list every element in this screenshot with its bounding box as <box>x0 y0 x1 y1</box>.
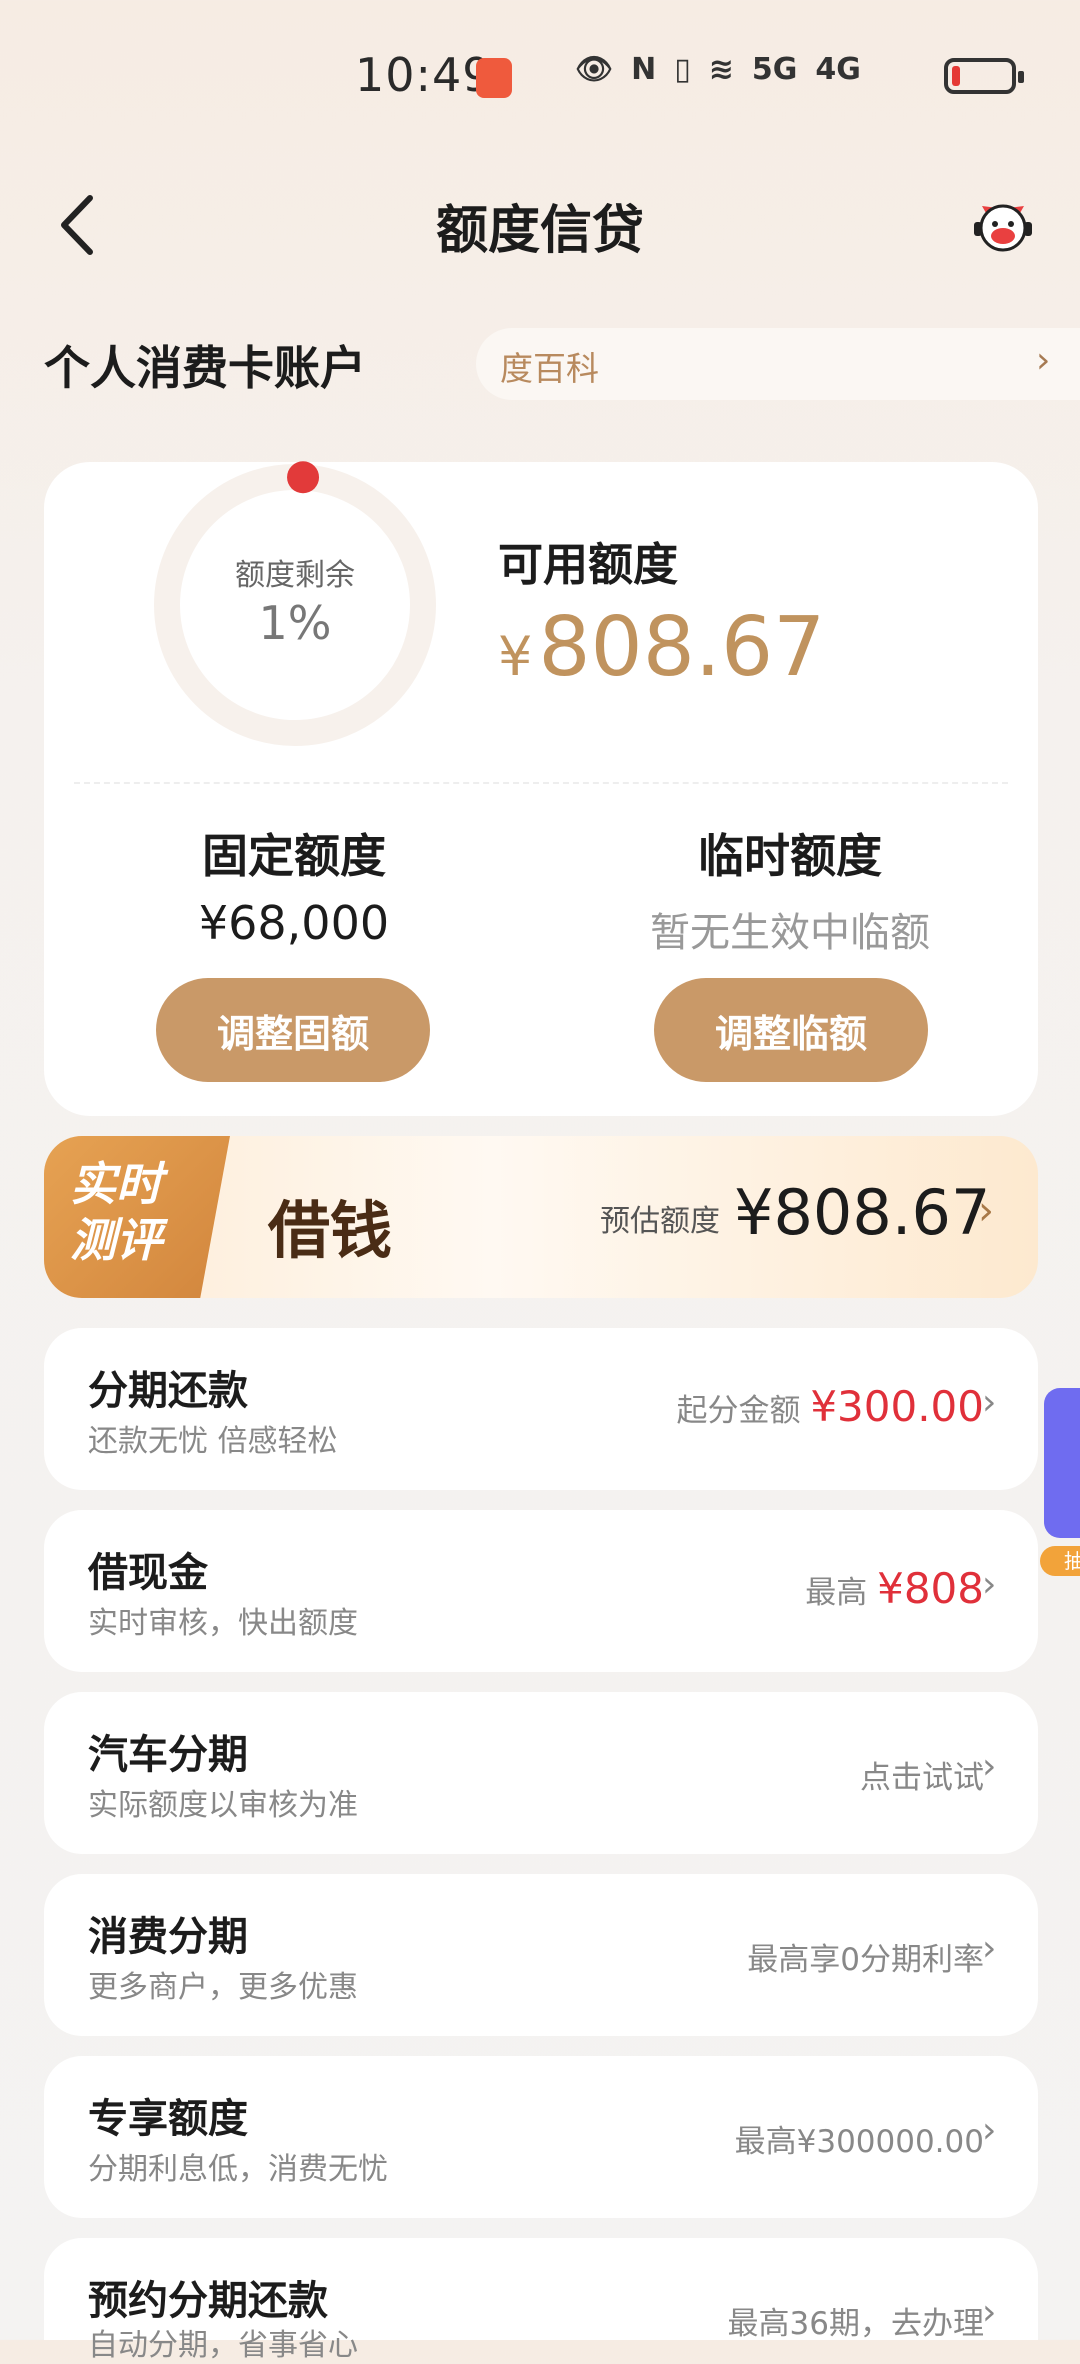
ribbon-line2: 测评 <box>70 1213 162 1267</box>
list-item-title: 消费分期 <box>88 1914 248 1960</box>
list-item-right: 点击试试 <box>860 1760 984 1796</box>
chevron-right-icon: › <box>1036 340 1051 381</box>
list-item-title: 汽车分期 <box>88 1732 248 1778</box>
right-value: ¥300.00 <box>810 1382 984 1431</box>
list-item-right: 最高 ¥808 <box>805 1564 984 1613</box>
chevron-right-icon: › <box>982 2110 997 2151</box>
available-label: 可用额度 <box>498 538 679 591</box>
baike-text: 度百科 <box>500 349 599 388</box>
estimate-label: 预估额度 <box>600 1204 720 1239</box>
list-item-title: 预约分期还款 <box>88 2278 328 2324</box>
chevron-right-icon: › <box>982 1928 997 1969</box>
list-item-subtitle: 更多商户，更多优惠 <box>88 1970 358 2005</box>
chevron-right-icon: › <box>982 1382 997 1423</box>
temp-credit-label: 临时额度 <box>698 829 882 883</box>
list-item-right: 最高¥300000.00 <box>734 2124 984 2160</box>
available-amount: ¥808.67 <box>498 600 825 695</box>
list-item-subtitle: 分期利息低，消费无忧 <box>88 2152 388 2187</box>
chevron-right-icon: › <box>978 1188 994 1234</box>
chevron-right-icon: › <box>982 2292 997 2333</box>
list-item-subtitle: 自动分期，省事省心 <box>88 2328 358 2363</box>
fixed-credit-label: 固定额度 <box>202 829 386 883</box>
list-item-title: 分期还款 <box>88 1368 248 1414</box>
floating-promo-widget[interactable] <box>1044 1388 1080 1538</box>
list-item-subtitle: 实时审核，快出额度 <box>88 1606 358 1641</box>
signal-5g-icon: 5G <box>751 52 798 87</box>
account-title: 个人消费卡账户 <box>44 341 366 395</box>
mascot-service-icon[interactable] <box>968 190 1038 260</box>
battery-saver-icon <box>476 58 512 98</box>
list-item-right: 最高36期，去办理 <box>727 2306 984 2342</box>
ribbon-line1: 实时 <box>70 1157 162 1211</box>
page-title: 额度信贷 <box>435 201 644 261</box>
nfc-icon: N <box>631 52 657 87</box>
vibrate-icon: ▯ <box>674 52 691 87</box>
divider <box>74 782 1008 784</box>
list-item-right: 最高享0分期利率 <box>747 1942 984 1978</box>
right-prefix: 最高 <box>805 1575 868 1611</box>
list-item-right: 起分金额 ¥300.00 <box>676 1382 984 1431</box>
borrow-title: 借钱 <box>268 1194 393 1267</box>
list-item-title: 借现金 <box>88 1550 208 1596</box>
status-icons: 👁 N ▯ ≋ 5G 4G <box>575 52 861 87</box>
fixed-credit-amount: ¥68,000 <box>198 896 390 950</box>
right-prefix: 起分金额 <box>676 1393 801 1429</box>
battery-icon <box>944 58 1024 94</box>
status-time: 10:49 <box>355 48 493 102</box>
adjust-temp-button[interactable]: 调整临额 <box>654 978 928 1082</box>
ribbon-text: 实时 测评 <box>70 1156 162 1268</box>
right-value: ¥808 <box>877 1564 984 1613</box>
currency-symbol: ¥ <box>498 625 533 688</box>
ring-percent: 1% <box>258 596 332 650</box>
wifi-icon: ≋ <box>708 52 734 87</box>
floating-promo-tag[interactable]: 抽 <box>1040 1546 1080 1576</box>
list-item-subtitle: 实际额度以审核为准 <box>88 1788 358 1823</box>
chevron-right-icon: › <box>982 1564 997 1605</box>
available-value: 808.67 <box>538 600 826 695</box>
adjust-fixed-button[interactable]: 调整固额 <box>156 978 430 1082</box>
estimate-amount: ¥808.67 <box>734 1176 991 1249</box>
chevron-right-icon: › <box>982 1746 997 1787</box>
temp-credit-status: 暂无生效中临额 <box>650 910 930 956</box>
ring-label: 额度剩余 <box>235 558 355 593</box>
list-item-subtitle: 还款无忧 倍感轻松 <box>88 1424 338 1459</box>
eye-icon: 👁 <box>575 52 614 87</box>
list-item-title: 专享额度 <box>88 2096 248 2142</box>
signal-4g-icon: 4G <box>815 52 861 87</box>
